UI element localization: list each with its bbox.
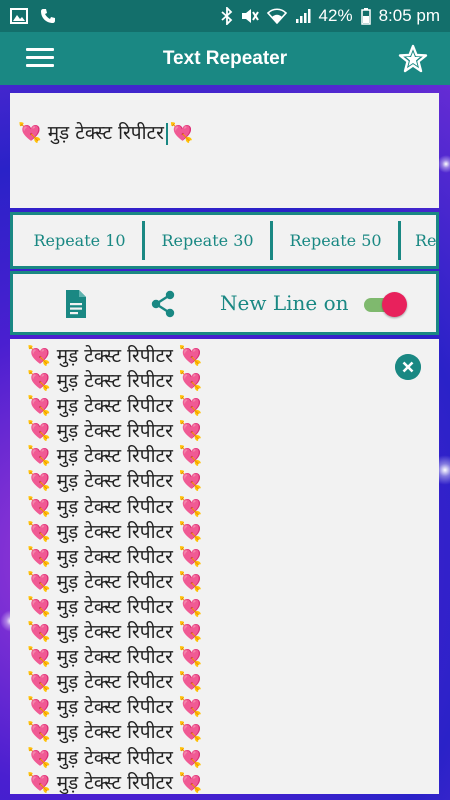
battery-percent: 42% xyxy=(318,6,353,25)
close-circle-icon[interactable] xyxy=(395,354,421,380)
output-line: 💘 मुड़ टेक्स्ट रिपीटर 💘 xyxy=(27,495,203,518)
output-line: 💘 मुड़ टेक्स्ट रिपीटर 💘 xyxy=(27,345,203,367)
repeat-10-button[interactable]: Repeate 10 xyxy=(17,221,145,260)
star-icon[interactable] xyxy=(398,44,428,74)
output-line: 💘 मुड़ टेक्स्ट रिपीटर 💘 xyxy=(27,646,203,669)
output-line: 💘 मुड़ टेक्स्ट रिपीटर 💘 xyxy=(27,696,203,719)
app-title: Text Repeater xyxy=(162,47,288,69)
output-line: 💘 मुड़ टेक्स्ट रिपीटर 💘 xyxy=(27,771,203,794)
repeat-30-button[interactable]: Repeate 30 xyxy=(145,221,273,260)
output-line: 💘 मुड़ टेक्स्ट रिपीटर 💘 xyxy=(27,370,203,393)
output-lines: 💘 मुड़ टेक्स्ट रिपीटर 💘 💘 मुड़ टेक्स्ट रि… xyxy=(27,344,439,794)
repeat-buttons-bar[interactable]: Repeate 10 Repeate 30 Repeate 50 Re xyxy=(10,212,439,269)
output-line: 💘 मुड़ टेक्स्ट रिपीटर 💘 xyxy=(27,520,203,543)
output-line: 💘 मुड़ टेक्स्ट रिपीटर 💘 xyxy=(27,721,203,744)
text-caret xyxy=(165,122,168,145)
signal-icon xyxy=(295,9,311,23)
output-line: 💘 मुड़ टेक्स्ट रिपीटर 💘 xyxy=(27,570,203,593)
hamburger-menu-icon[interactable] xyxy=(26,48,54,68)
output-line: 💘 मुड़ टेक्स्ट रिपीटर 💘 xyxy=(27,746,203,769)
input-trailing-emoji: 💘 xyxy=(169,122,194,144)
bluetooth-icon xyxy=(220,7,232,25)
output-line: 💘 मुड़ टेक्स्ट रिपीटर 💘 xyxy=(27,445,203,468)
output-line: 💘 मुड़ टेक्स्ट रिपीटर 💘 xyxy=(27,470,203,493)
text-input-field[interactable]: 💘 मुड़ टेक्स्ट रिपीटर 💘 xyxy=(10,93,439,208)
input-text: 💘 मुड़ टेक्स्ट रिपीटर xyxy=(18,122,164,144)
app-bar: Text Repeater xyxy=(0,32,450,85)
document-icon[interactable] xyxy=(64,290,88,318)
output-line: 💘 मुड़ टेक्स्ट रिपीटर 💘 xyxy=(27,621,203,644)
output-line: 💘 मुड़ टेक्स्ट रिपीटर 💘 xyxy=(27,395,203,418)
repeat-more-button[interactable]: Re xyxy=(401,221,436,260)
mute-icon xyxy=(241,9,259,23)
clock-time: 8:05 pm xyxy=(378,6,440,25)
phone-icon xyxy=(41,9,55,23)
action-bar: New Line on xyxy=(10,271,439,335)
share-icon[interactable] xyxy=(149,290,177,318)
repeat-50-button[interactable]: Repeate 50 xyxy=(273,221,401,260)
output-line: 💘 मुड़ टेक्स्ट रिपीटर 💘 xyxy=(27,671,203,694)
new-line-label: New Line on xyxy=(220,291,349,315)
output-line: 💘 मुड़ टेक्स्ट रिपीटर 💘 xyxy=(27,420,203,443)
output-line: 💘 मुड़ टेक्स्ट रिपीटर 💘 xyxy=(27,595,203,618)
status-bar: 42% 8:05 pm xyxy=(0,0,450,32)
wifi-icon xyxy=(266,8,287,24)
battery-icon xyxy=(360,7,371,25)
output-line: 💘 मुड़ टेक्स्ट रिपीटर 💘 xyxy=(27,545,203,568)
new-line-toggle[interactable] xyxy=(362,292,407,317)
repeated-output-area[interactable]: 💘 मुड़ टेक्स्ट रिपीटर 💘 💘 मुड़ टेक्स्ट रि… xyxy=(10,339,439,794)
gallery-icon xyxy=(10,8,28,24)
